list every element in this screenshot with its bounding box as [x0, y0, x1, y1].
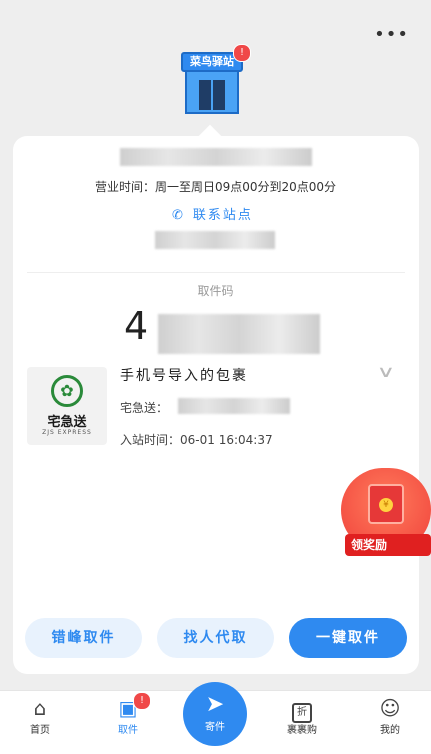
- station-address-redacted: [155, 231, 275, 249]
- divider: [27, 272, 405, 273]
- courier-logo: ✿ 宅急送 ZJS EXPRESS: [27, 367, 107, 445]
- tab-profile-label: 我的: [380, 725, 400, 736]
- tab-shop[interactable]: 折 裹裹购: [272, 695, 332, 736]
- promo-label: 领奖励: [345, 534, 431, 556]
- station-badge: !: [233, 44, 251, 62]
- station-name-redacted: [120, 148, 312, 166]
- tab-pickup-badge: !: [133, 692, 151, 710]
- package-title: 手机号导入的包裹: [120, 368, 248, 384]
- stagger-pickup-button[interactable]: 错峰取件: [25, 618, 142, 658]
- shop-icon: 折: [272, 695, 332, 723]
- pickup-code-value: 4: [124, 304, 149, 348]
- package-courier: 宅急送：: [120, 399, 168, 416]
- more-dots-icon[interactable]: •••: [374, 24, 409, 45]
- reward-promo[interactable]: ¥ 领奖励: [341, 468, 431, 562]
- tab-send-label: 寄件: [205, 722, 225, 733]
- home-icon: ⌂: [33, 696, 47, 720]
- contact-station-link[interactable]: ✆ 联系站点: [172, 204, 253, 223]
- tab-shop-label: 裹裹购: [287, 725, 317, 736]
- proxy-pickup-button[interactable]: 找人代取: [157, 618, 274, 658]
- phone-icon: ✆: [172, 208, 185, 223]
- courier-logo-text: 宅急送: [47, 415, 87, 430]
- chevron-down-icon[interactable]: ∨: [376, 362, 395, 381]
- profile-icon: ☺: [379, 696, 401, 720]
- pickup-code-redacted: [158, 314, 320, 354]
- business-hours: 营业时间：周一至周日09点00分到20点00分: [94, 180, 337, 194]
- arrival-time-label: 入站时间：: [120, 433, 181, 447]
- send-icon: ➤: [205, 692, 225, 717]
- contact-station-label: 联系站点: [192, 208, 253, 223]
- package-arrival-time: 入站时间：06-01 16:04:37: [120, 431, 273, 448]
- courier-label: 宅急送：: [120, 401, 169, 415]
- tab-pickup[interactable]: ▣ ! 取件: [98, 692, 158, 736]
- tracking-number-redacted: [178, 398, 290, 414]
- tab-profile[interactable]: ☺ 我的: [360, 695, 420, 736]
- action-bar: 错峰取件 找人代取 一键取件: [25, 618, 407, 658]
- station-door-icon: [185, 72, 239, 114]
- pickup-code-label: 取件码: [197, 284, 234, 298]
- tab-pickup-label: 取件: [118, 725, 138, 736]
- one-click-pickup-button[interactable]: 一键取件: [289, 618, 407, 658]
- tab-home[interactable]: ⌂ 首页: [10, 695, 70, 736]
- tab-home-label: 首页: [30, 725, 50, 736]
- tab-send[interactable]: ➤ 寄件: [183, 682, 247, 746]
- courier-logo-icon: ✿: [51, 375, 83, 407]
- station-logo: 菜鸟驿站 !: [181, 44, 251, 118]
- arrival-time-value: 06-01 16:04:37: [180, 433, 273, 447]
- courier-logo-subtext: ZJS EXPRESS: [42, 429, 92, 436]
- coin-icon: ¥: [379, 498, 393, 512]
